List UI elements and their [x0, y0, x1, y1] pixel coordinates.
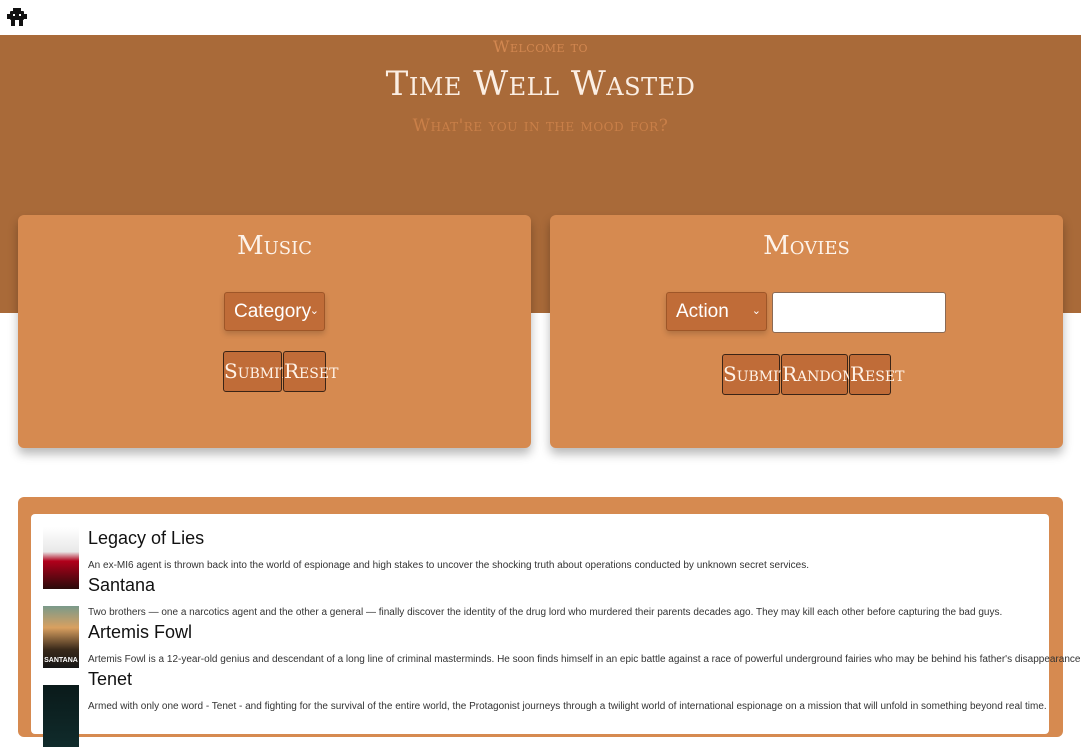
movie-poster[interactable]	[43, 527, 79, 589]
site-title: Time Well Wasted	[385, 64, 696, 104]
music-card: Music Category ⌄ Submit Reset	[18, 215, 531, 448]
site-subtitle: What're you in the mood for?	[412, 116, 669, 136]
movies-genre-select[interactable]: Action ⌄	[666, 292, 767, 331]
poster-title-text: SANTANA	[44, 657, 78, 664]
chevron-down-icon: ⌄	[751, 305, 761, 317]
movies-title: Movies	[763, 231, 850, 261]
movies-genre-value: Action	[676, 301, 729, 322]
movies-reset-button[interactable]: Reset	[849, 354, 904, 395]
movies-submit-button[interactable]: Submit	[722, 354, 788, 395]
movie-description: Armed with only one word - Tenet - and f…	[88, 701, 1047, 712]
music-submit-button[interactable]: Submit	[223, 351, 289, 392]
movies-card: Movies Action ⌄ Submit Random Reset	[550, 215, 1063, 448]
movie-poster[interactable]: SANTANA	[43, 606, 79, 668]
chevron-down-icon: ⌄	[309, 305, 319, 317]
music-category-select[interactable]: Category ⌄	[224, 292, 325, 331]
music-title: Music	[236, 231, 312, 261]
music-category-value: Category	[234, 301, 312, 322]
welcome-text: Welcome to	[493, 37, 588, 56]
music-reset-button[interactable]: Reset	[283, 351, 338, 392]
movie-description: An ex-MI6 agent is thrown back into the …	[88, 560, 809, 571]
movies-random-button[interactable]: Random	[781, 354, 856, 395]
movies-search-input[interactable]	[772, 292, 946, 333]
top-bar	[0, 0, 1081, 35]
movie-description: Artemis Fowl is a 12-year-old genius and…	[88, 654, 1081, 665]
movie-description: Two brothers — one a narcotics agent and…	[88, 607, 1003, 618]
movie-title[interactable]: Artemis Fowl	[88, 622, 192, 643]
movie-title[interactable]: Legacy of Lies	[88, 528, 204, 549]
movie-poster[interactable]	[43, 685, 79, 747]
movie-title[interactable]: Tenet	[88, 669, 132, 690]
movie-title[interactable]: Santana	[88, 575, 155, 596]
robot-icon[interactable]	[6, 6, 28, 28]
